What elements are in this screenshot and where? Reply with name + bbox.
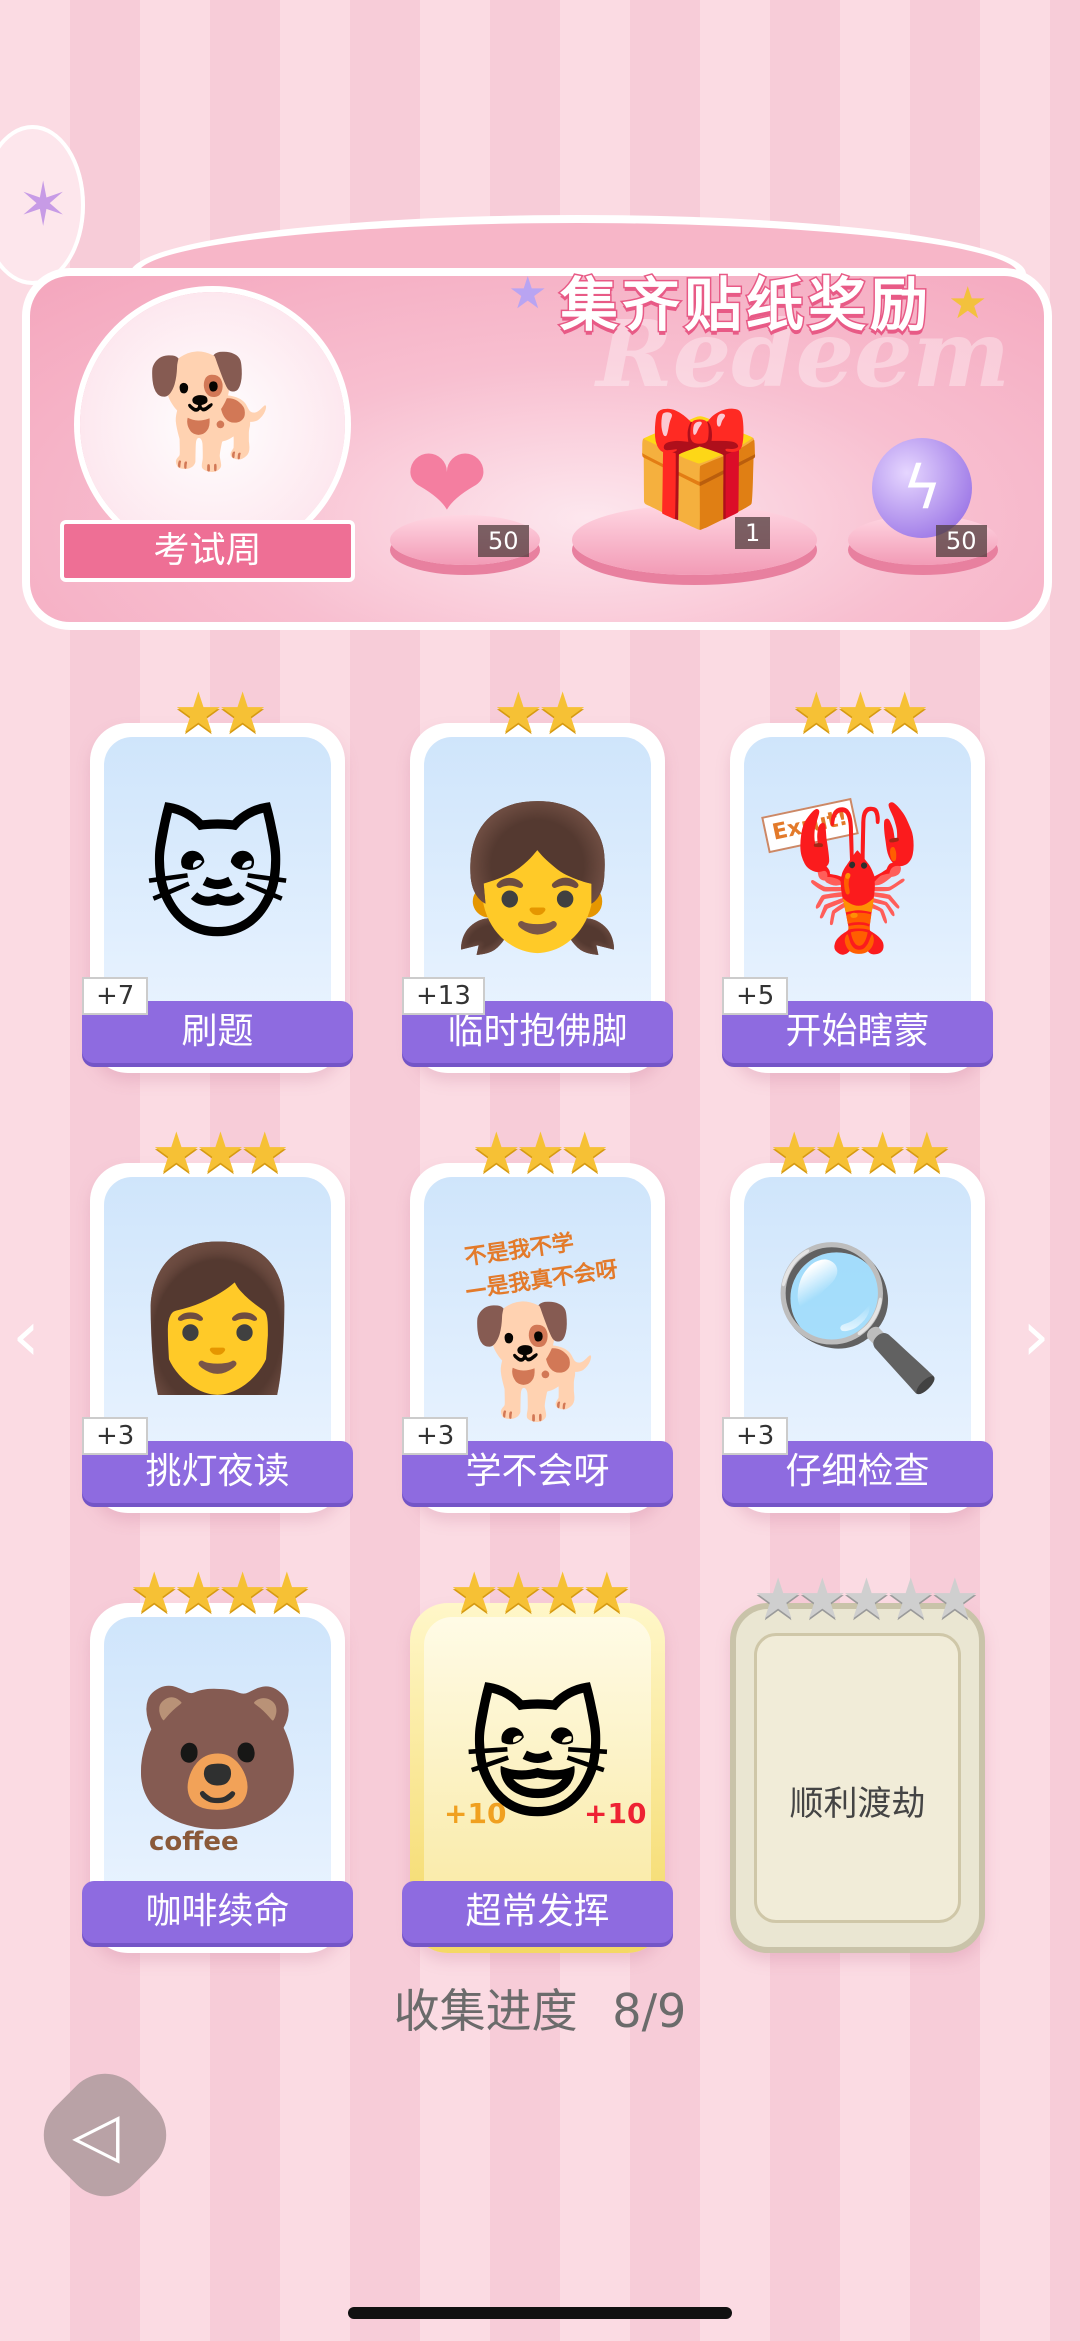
progress-label: 收集进度: [393, 1984, 578, 2038]
lightning-orb-icon[interactable]: ϟ: [872, 438, 972, 538]
bonus-tag: +3: [722, 1417, 789, 1455]
bonus-tag: +5: [722, 977, 789, 1015]
girl-reading-icon: 👧: [450, 797, 625, 960]
sticker-art: +10 +10 😺: [424, 1617, 651, 1907]
sticker-card[interactable]: ★★★ 不是我不学 —是我真不会呀 🐕 +3 学不会呀: [402, 1121, 673, 1513]
sticker-name: 咖啡续命: [82, 1881, 353, 1943]
prev-page-arrow-icon[interactable]: ‹: [12, 1295, 40, 1377]
bonus-tag: +3: [402, 1417, 469, 1455]
shiba-icon: 🐕: [469, 1297, 606, 1425]
reward-count: 1: [735, 517, 771, 549]
progress-value: 8/9: [612, 1984, 687, 2038]
next-page-arrow-icon[interactable]: ›: [1022, 1295, 1050, 1377]
sticker-card[interactable]: ★★ 👧 +13 临时抱佛脚: [402, 681, 673, 1073]
star-deco-icon: ★: [508, 268, 548, 319]
sticker-art: 🐻 coffee: [104, 1617, 331, 1907]
lobster-icon: 🦞: [770, 797, 945, 960]
sticker-name: 顺利渡劫: [789, 1784, 926, 1824]
gift-box-icon[interactable]: 🎁: [630, 405, 767, 534]
collection-progress: 收集进度 8/9: [0, 1975, 1080, 2041]
reward-count: 50: [936, 525, 987, 557]
star-deco-icon: ★: [948, 278, 988, 329]
sticker-card-locked[interactable]: ★★★★★ 顺利渡劫: [730, 1567, 985, 1953]
back-arrow-icon: ◁: [72, 2098, 120, 2171]
cat-pencil-icon: 😺: [464, 1677, 611, 1840]
sticker-card[interactable]: ★★ 🐱 +7 刷题: [82, 681, 353, 1073]
cat-icon: 🐱: [144, 797, 291, 960]
sticker-card[interactable]: ★★★ 👩 +3 挑灯夜读: [82, 1121, 353, 1513]
sticker-card[interactable]: ★★★★ 🐻 coffee 咖啡续命: [82, 1561, 353, 1953]
bonus-tag: +3: [82, 1417, 149, 1455]
girl-magnifier-icon: 🔍: [770, 1237, 945, 1400]
sticker-card[interactable]: ★★★★ 🔍 +3 仔细检查: [722, 1121, 993, 1513]
star-rating: ★★★★★: [752, 1567, 980, 1632]
heart-gem-icon[interactable]: ❤: [405, 425, 489, 542]
sticker-art: 顺利渡劫: [754, 1633, 961, 1923]
reward-count: 50: [478, 525, 529, 557]
home-indicator: [348, 2307, 732, 2319]
banner-title: 集齐贴纸奖励: [558, 270, 933, 341]
exam-week-emblem: 🐕: [80, 292, 345, 557]
sticker-name: 超常发挥: [402, 1881, 673, 1943]
coffee-word: coffee: [149, 1827, 239, 1857]
sticker-card[interactable]: ★★★ Exrut! 🦞 +5 开始瞎蒙: [722, 681, 993, 1073]
shiba-icon: 🐕: [144, 347, 281, 475]
bear-coffee-icon: 🐻: [130, 1677, 305, 1840]
girl-desk-icon: 👩: [130, 1237, 305, 1400]
theme-label: 考试周: [60, 520, 355, 582]
sticker-card[interactable]: ★★★★ +10 +10 😺 超常发挥: [402, 1561, 673, 1953]
bonus-tag: +7: [82, 977, 149, 1015]
bonus-tag: +13: [402, 977, 485, 1015]
menu-spinner-icon[interactable]: ✶: [0, 125, 85, 285]
